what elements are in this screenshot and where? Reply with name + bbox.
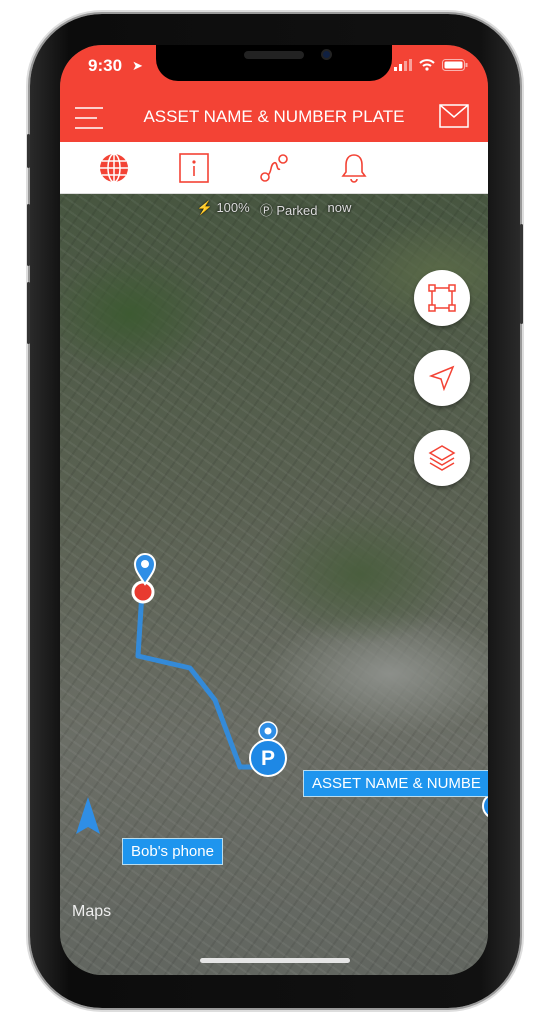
poi-icon bbox=[258, 721, 278, 741]
mail-icon[interactable] bbox=[439, 104, 469, 128]
start-red-marker bbox=[131, 580, 155, 604]
tab-alerts-bell-icon[interactable] bbox=[338, 152, 370, 184]
maps-attribution: Maps bbox=[72, 903, 112, 920]
status-time: 9:30 bbox=[88, 56, 123, 75]
asset-label[interactable]: ASSET NAME & NUMBE bbox=[303, 770, 488, 797]
battery-icon bbox=[442, 59, 468, 71]
phone-label[interactable]: Bob's phone bbox=[122, 838, 223, 865]
asset-marker-partial bbox=[482, 795, 488, 817]
satellite-map[interactable]: ⚡ 100% Ⓟ Parked now P ASSET NAME & NUMBE… bbox=[60, 194, 488, 975]
tab-bar bbox=[60, 142, 488, 194]
tab-map-globe-icon[interactable] bbox=[98, 152, 130, 184]
signal-icon bbox=[394, 59, 412, 71]
blue-pin-icon bbox=[133, 553, 157, 586]
notch bbox=[156, 45, 392, 81]
route-line bbox=[135, 591, 264, 770]
home-indicator[interactable] bbox=[200, 958, 350, 963]
screen: 9:30 ➤ ASSET NAME & NUMBER PLATE ⚡ 100% … bbox=[60, 45, 488, 975]
tab-route-icon[interactable] bbox=[258, 152, 290, 184]
location-arrow-icon: ➤ bbox=[132, 58, 143, 73]
page-title: ASSET NAME & NUMBER PLATE bbox=[143, 107, 405, 126]
wifi-icon bbox=[419, 59, 435, 71]
status-icons bbox=[394, 59, 468, 71]
parking-marker-label[interactable]: P bbox=[261, 747, 275, 771]
tab-info-icon[interactable] bbox=[178, 152, 210, 184]
navigation-arrow-icon bbox=[76, 797, 100, 834]
